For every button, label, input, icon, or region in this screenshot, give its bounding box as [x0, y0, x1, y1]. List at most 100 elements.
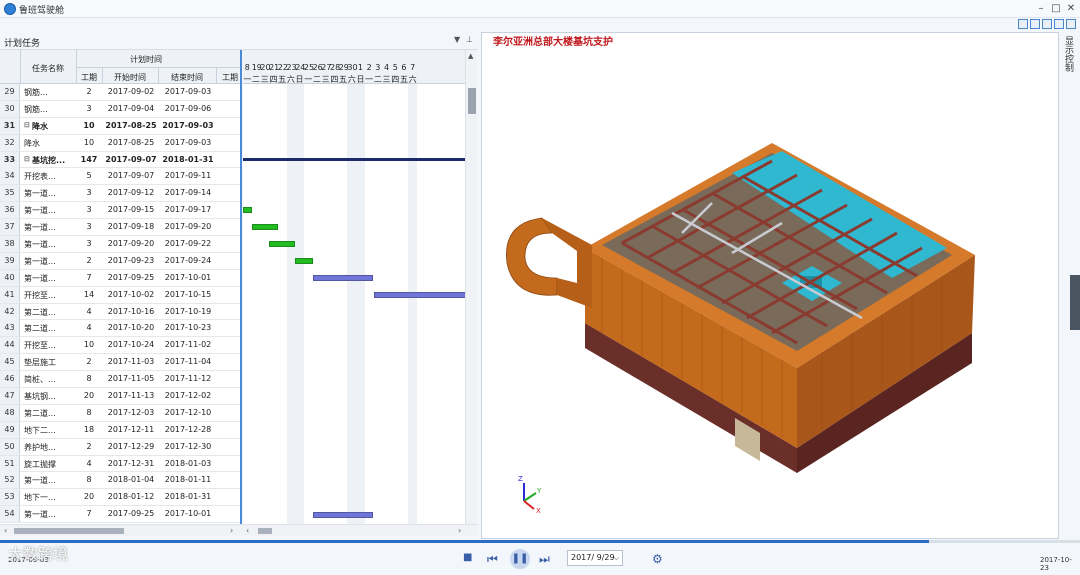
- window-icon[interactable]: [1030, 19, 1040, 29]
- table-row[interactable]: 32 降水 10 2017-08-25 2017-09-03: [0, 134, 241, 152]
- forward-icon[interactable]: ⏭: [539, 552, 550, 567]
- table-row[interactable]: 52 第一道... 8 2018-01-04 2018-01-11: [0, 472, 241, 490]
- table-row[interactable]: 48 第二道... 8 2017-12-03 2017-12-10: [0, 404, 241, 422]
- excavation-3d-model[interactable]: Z Y X: [482, 33, 1058, 538]
- col-header-duration[interactable]: 工期: [78, 72, 100, 83]
- table-row[interactable]: 42 第二道... 4 2017-10-16 2017-10-19: [0, 303, 241, 321]
- gantt-summary-bar[interactable]: [243, 158, 465, 162]
- task-end: 2017-09-11: [164, 171, 212, 181]
- table-row[interactable]: 51 旋工抛撑 4 2017-12-31 2018-01-03: [0, 455, 241, 473]
- gantt-day-label: 27: [321, 63, 332, 72]
- collapse-icon[interactable]: ⊟: [24, 155, 30, 163]
- scroll-up-icon[interactable]: ▲: [468, 52, 473, 60]
- panel-icon[interactable]: [1054, 19, 1064, 29]
- dropdown-arrow-icon[interactable]: ▼: [454, 35, 460, 44]
- table-row[interactable]: 35 第一道... 3 2017-09-12 2017-09-14: [0, 185, 241, 203]
- gear-icon[interactable]: ⚙: [652, 552, 663, 566]
- pause-icon[interactable]: ❚❚: [510, 549, 530, 569]
- display-control-tab[interactable]: 显示控制: [1061, 36, 1075, 76]
- table-row[interactable]: 29 钢筋... 2 2017-09-02 2017-09-03: [0, 84, 241, 101]
- gantt-weekday-label: 五: [339, 75, 348, 84]
- gantt-scroll-left-icon[interactable]: ‹: [246, 526, 249, 535]
- table-row[interactable]: 44 开挖至... 10 2017-10-24 2017-11-02: [0, 337, 241, 355]
- table-row[interactable]: 39 第一道... 2 2017-09-23 2017-09-24: [0, 252, 241, 270]
- task-name: 第一道...: [24, 223, 56, 233]
- table-row[interactable]: 34 开挖表... 5 2017-09-07 2017-09-11: [0, 168, 241, 186]
- table-row[interactable]: 33 ⊟ 基坑挖... 147 2017-09-07 2018-01-31: [0, 151, 241, 169]
- gantt-scroll-right-icon[interactable]: ›: [458, 526, 461, 535]
- rewind-icon[interactable]: ⏮: [487, 552, 498, 567]
- gantt-weekend-column: [286, 84, 296, 524]
- gantt-task-bar[interactable]: [269, 241, 296, 248]
- maximize-icon[interactable]: □: [1049, 2, 1063, 16]
- gantt-day-label: 26: [312, 63, 323, 72]
- playback-bar: 2017-09-03 ■ ⏮ ❚❚ ⏭ 2017/ 9/29 ⌵ ⚙ 2017-…: [0, 543, 1080, 575]
- scroll-left-icon[interactable]: ‹: [4, 526, 7, 535]
- task-end: 2017-10-23: [164, 323, 212, 333]
- col-header-start[interactable]: 开始时间: [104, 72, 156, 83]
- table-row[interactable]: 54 第一道... 7 2017-09-25 2017-10-01: [0, 506, 241, 524]
- task-name: 第二道...: [24, 307, 56, 317]
- table-row[interactable]: 49 地下二... 18 2017-12-11 2017-12-28: [0, 421, 241, 439]
- stop-icon[interactable]: ■: [463, 552, 472, 563]
- task-end: 2018-01-31: [164, 492, 212, 502]
- task-start: 2017-09-02: [107, 87, 155, 96]
- table-row[interactable]: 43 第二道... 4 2017-10-20 2017-10-23: [0, 320, 241, 338]
- task-name: 第二道...: [24, 408, 56, 418]
- table-row[interactable]: 46 简桩、... 8 2017-11-05 2017-11-12: [0, 371, 241, 389]
- model-view[interactable]: 李尔亚洲总部大楼基坑支护 Z Y X: [481, 32, 1059, 539]
- scroll-thumb-left[interactable]: [14, 528, 124, 534]
- table-row[interactable]: 50 养护地... 2 2017-12-29 2017-12-30: [0, 438, 241, 456]
- row-id: 36: [0, 202, 20, 219]
- row-id: 38: [0, 236, 20, 253]
- gantt-task-bar[interactable]: [312, 274, 374, 281]
- gantt-weekday-label: 二: [252, 75, 261, 84]
- table-row[interactable]: 38 第一道... 3 2017-09-20 2017-09-22: [0, 236, 241, 253]
- minimize-icon[interactable]: –: [1034, 2, 1048, 16]
- gantt-chart: 8 19 20 21 22 23 24 25 26 27 28 29 30 1 2 3 4 5 6 7 一二三四五六日一…: [243, 50, 465, 524]
- collapse-icon[interactable]: ⊟: [24, 121, 30, 129]
- layers-icon[interactable]: [1066, 19, 1076, 29]
- close-icon[interactable]: ✕: [1064, 2, 1078, 16]
- row-id: 30: [0, 100, 20, 117]
- scroll-thumb[interactable]: [468, 88, 476, 114]
- table-row[interactable]: 40 第一道... 7 2017-09-25 2017-10-01: [0, 269, 241, 287]
- task-duration: 2: [86, 357, 92, 367]
- table-row[interactable]: 47 基坑钢... 20 2017-11-13 2017-12-02: [0, 388, 241, 405]
- task-duration: 7: [86, 272, 92, 282]
- table-row[interactable]: 53 地下一... 20 2018-01-12 2018-01-31: [0, 489, 241, 507]
- task-name: 第二道...: [24, 324, 56, 334]
- gantt-task-bar[interactable]: [312, 511, 374, 518]
- gantt-task-bar[interactable]: [243, 207, 252, 214]
- task-start: 2017-08-25: [107, 137, 155, 147]
- vertical-scrollbar[interactable]: ▲: [465, 50, 477, 524]
- col-header-gantt-duration[interactable]: 工期: [218, 72, 241, 83]
- horizontal-scrollbar[interactable]: ‹ › ‹ ›: [0, 524, 478, 536]
- date-picker[interactable]: 2017/ 9/29 ⌵: [567, 550, 623, 566]
- task-end: 2018-01-11: [164, 475, 212, 485]
- gantt-scroll-thumb[interactable]: [258, 528, 272, 534]
- task-duration: 2: [86, 441, 92, 451]
- gantt-task-bar[interactable]: [251, 224, 278, 231]
- task-duration: 8: [86, 374, 92, 384]
- col-header-name[interactable]: 任务名称: [22, 63, 74, 74]
- scroll-right-icon[interactable]: ›: [230, 526, 233, 535]
- gantt-task-bar[interactable]: [295, 258, 313, 264]
- table-row[interactable]: 37 第一道... 3 2017-09-18 2017-09-20: [0, 219, 241, 237]
- layout-icon[interactable]: [1018, 19, 1028, 29]
- table-row[interactable]: 41 开挖至... 14 2017-10-02 2017-10-15: [0, 286, 241, 304]
- task-start: 2017-11-05: [107, 374, 155, 384]
- pin-icon[interactable]: ⊥: [466, 35, 473, 44]
- task-end: 2018-01-03: [164, 458, 212, 468]
- gantt-task-bar[interactable]: [373, 291, 465, 298]
- task-name: 第一道...: [24, 273, 56, 283]
- table-row[interactable]: 30 钢筋... 3 2017-09-04 2017-09-06: [0, 100, 241, 118]
- side-collapse-handle[interactable]: [1070, 275, 1080, 330]
- col-header-end[interactable]: 结束时间: [160, 72, 214, 83]
- task-start: 2017-10-02: [107, 289, 155, 299]
- gantt-header: 8 19 20 21 22 23 24 25 26 27 28 29 30 1 2 3 4 5 6 7 一二三四五六日一…: [243, 50, 465, 84]
- split-icon[interactable]: [1042, 19, 1052, 29]
- table-row[interactable]: 31 ⊟ 降水 10 2017-08-25 2017-09-03: [0, 117, 241, 135]
- table-row[interactable]: 36 第一道... 3 2017-09-15 2017-09-17: [0, 202, 241, 220]
- table-row[interactable]: 45 垫层施工 2 2017-11-03 2017-11-04: [0, 354, 241, 372]
